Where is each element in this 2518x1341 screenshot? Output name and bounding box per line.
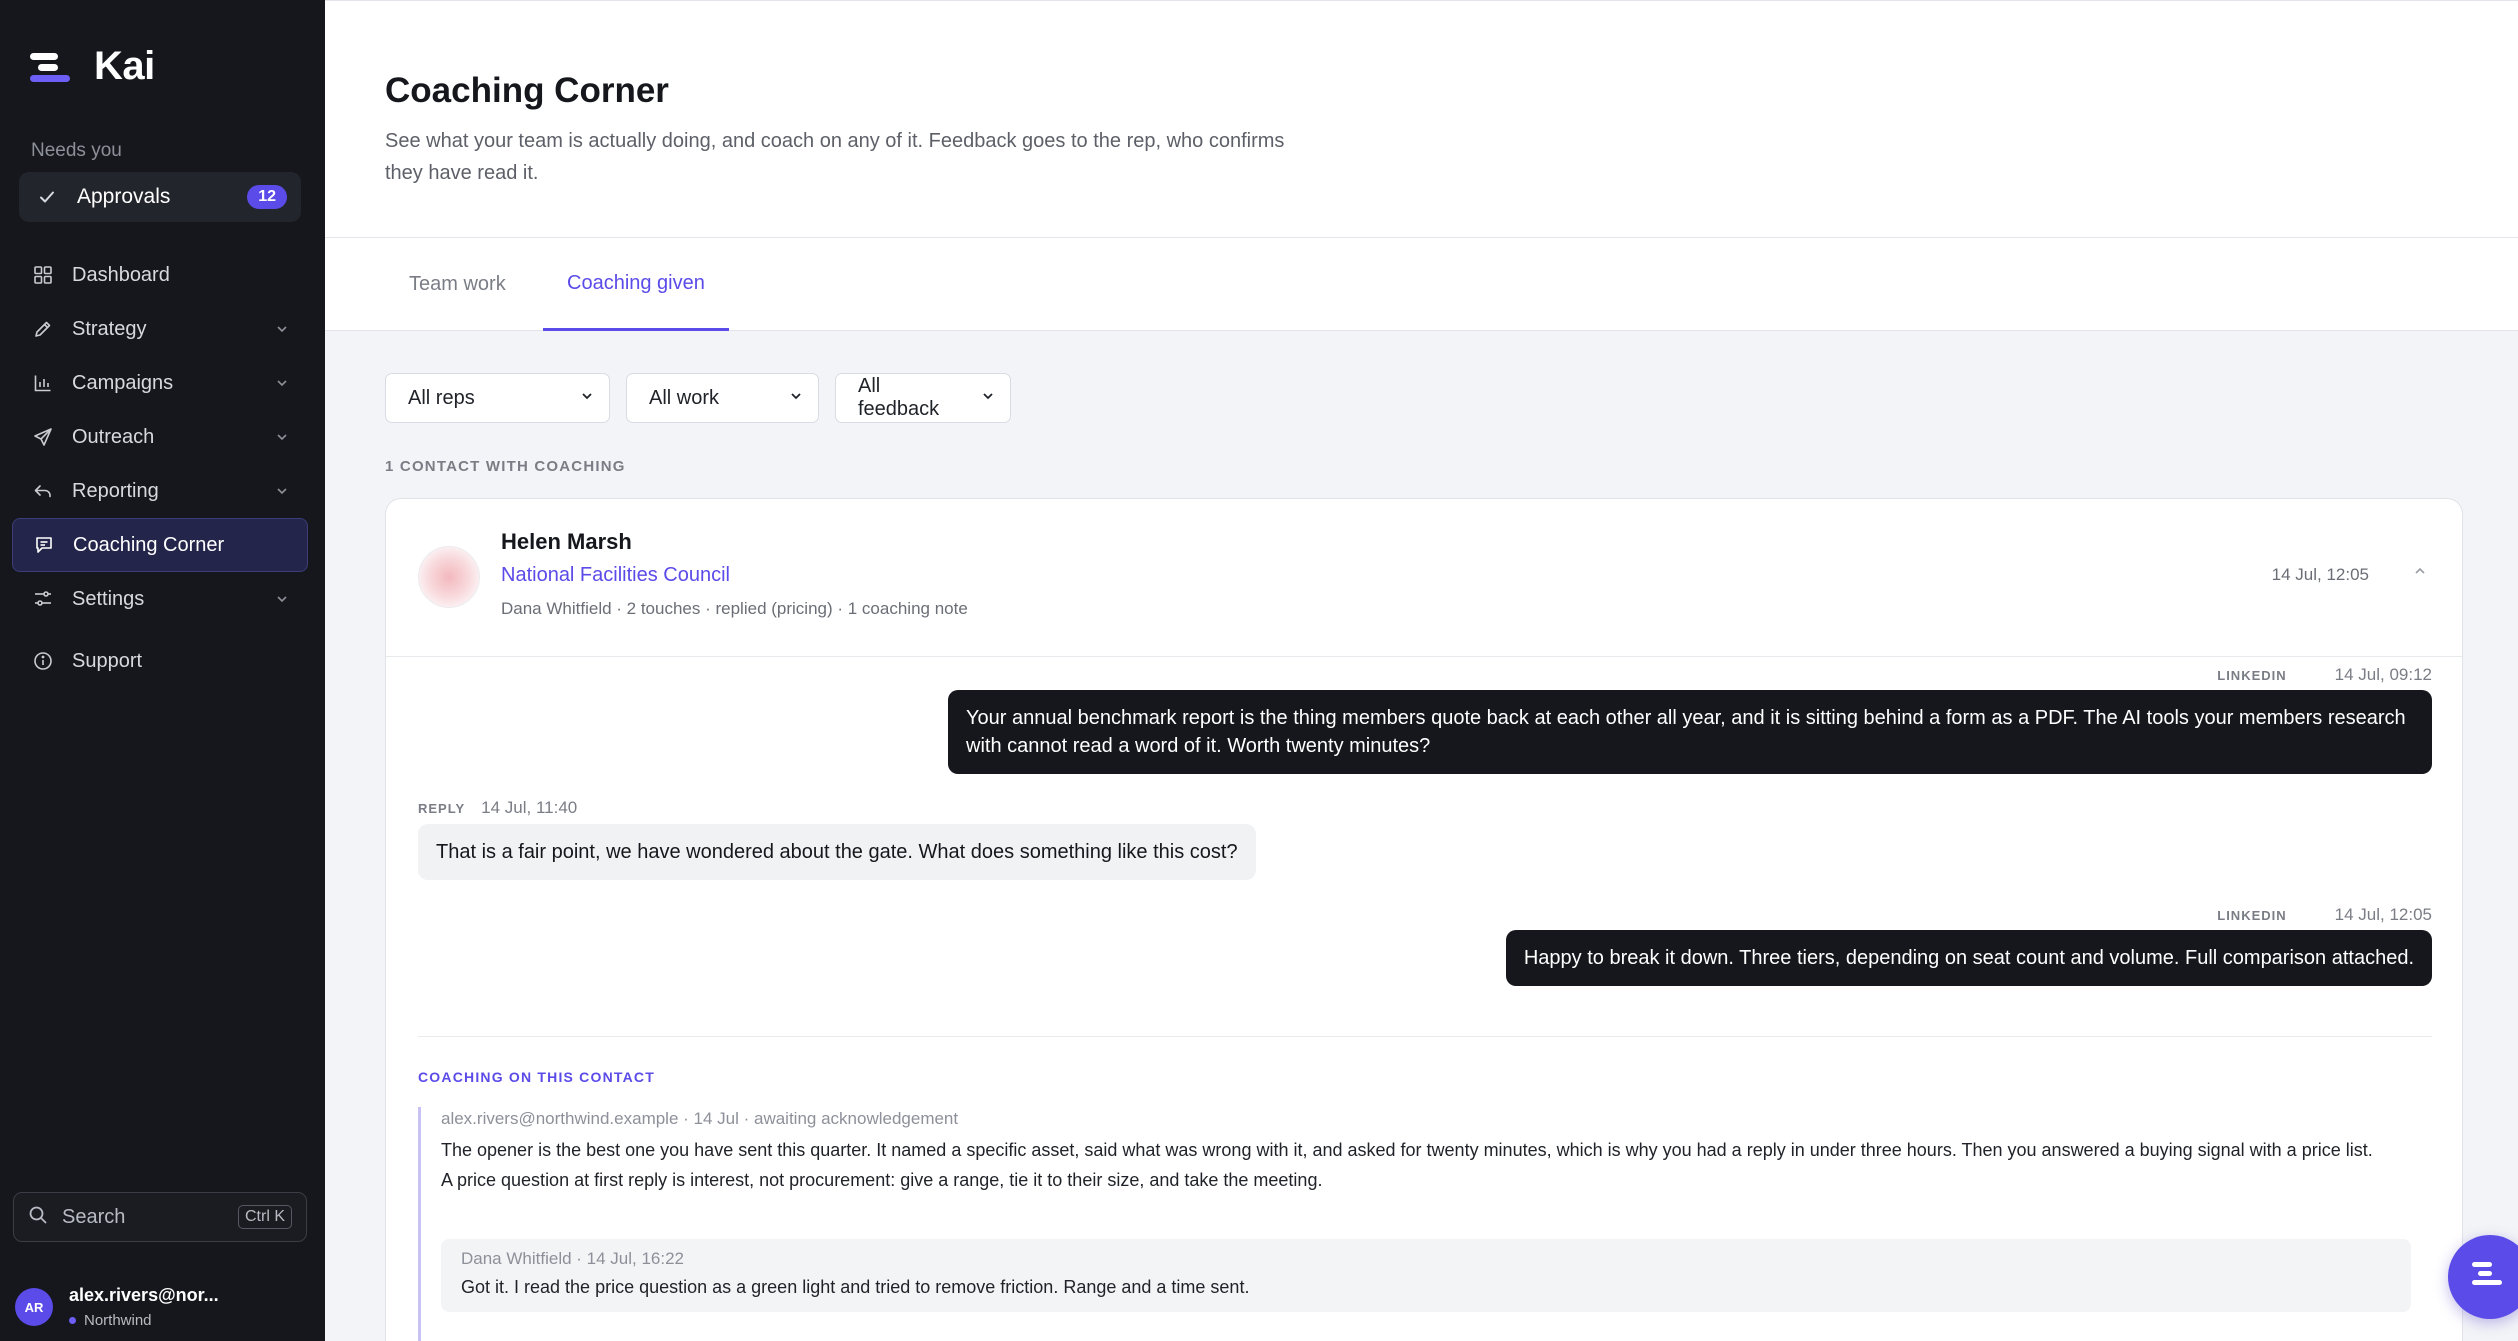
outbound-message: Your annual benchmark report is the thin… [948, 690, 2432, 774]
chat-icon [33, 534, 55, 556]
contact-header[interactable]: Helen Marsh National Facilities Council … [386, 499, 2462, 657]
check-icon [37, 187, 57, 207]
reply-icon [32, 480, 54, 502]
search-button[interactable]: Search Ctrl K [13, 1192, 307, 1242]
sidebar-item-strategy[interactable]: Strategy [12, 302, 308, 356]
message-time: 14 Jul, 12:05 [2334, 905, 2432, 924]
chevron-down-icon [770, 387, 804, 410]
sidebar-nav: Dashboard Strategy Campaigns Outreach Re… [12, 248, 308, 688]
chevron-down-icon[interactable] [274, 321, 290, 337]
contact-count-label: 1 CONTACT WITH COACHING [385, 458, 626, 475]
tab-bar: Team work Coaching given [325, 238, 2518, 331]
sidebar-item-dashboard[interactable]: Dashboard [12, 248, 308, 302]
page-subtitle: See what your team is actually doing, an… [385, 130, 1285, 184]
contact-time: 14 Jul, 12:05 [2271, 565, 2369, 584]
app-name: Kai [94, 44, 155, 88]
coaching-text: The opener is the best one you have sent… [441, 1140, 2373, 1190]
bar-chart-icon [32, 372, 54, 394]
tab-team-work[interactable]: Team work [385, 238, 530, 331]
search-label: Search [62, 1205, 126, 1228]
page-title: Coaching Corner [385, 71, 669, 110]
sidebar-item-outreach[interactable]: Outreach [12, 410, 308, 464]
chevron-down-icon[interactable] [274, 483, 290, 499]
message-meta: LINKEDIN 14 Jul, 12:05 [2217, 905, 2432, 925]
coaching-section-label: COACHING ON THIS CONTACT [418, 1069, 655, 1085]
sidebar-item-label: Strategy [72, 317, 147, 340]
tab-coaching-given[interactable]: Coaching given [543, 238, 729, 331]
rep-acknowledgement: Dana Whitfield · 14 Jul, 16:22 Got it. I… [441, 1239, 2411, 1312]
outbound-message: Happy to break it down. Three tiers, dep… [1505, 930, 2432, 986]
message-channel: LINKEDIN [2217, 668, 2287, 683]
send-icon [32, 426, 54, 448]
message-meta: LINKEDIN 14 Jul, 09:12 [2217, 665, 2432, 685]
pen-icon [32, 318, 54, 340]
sidebar-item-label: Dashboard [72, 263, 170, 286]
info-icon [32, 650, 54, 672]
divider [418, 1036, 2432, 1037]
contact-card: Helen Marsh National Facilities Council … [385, 498, 2463, 1341]
sidebar-item-reporting[interactable]: Reporting [12, 464, 308, 518]
search-icon [28, 1205, 48, 1230]
coaching-note: alex.rivers@northwind.example · 14 Jul ·… [418, 1107, 2432, 1341]
brand[interactable]: Kai [30, 44, 155, 89]
contact-org-link[interactable]: National Facilities Council [501, 564, 730, 587]
inbound-message: That is a fair point, we have wondered a… [418, 824, 1256, 880]
sidebar-item-settings[interactable]: Settings [12, 572, 308, 626]
message-time: 14 Jul, 09:12 [2334, 665, 2432, 684]
sidebar-item-label: Coaching Corner [73, 533, 225, 556]
message-meta: REPLY 14 Jul, 11:40 [418, 798, 577, 818]
needs-you-label: Needs you [31, 140, 122, 161]
sidebar-item-approvals[interactable]: Approvals 12 [19, 172, 301, 222]
message-channel: LINKEDIN [2217, 908, 2287, 923]
chevron-down-icon [561, 387, 595, 410]
chevron-down-icon[interactable] [274, 375, 290, 391]
user-email: alex.rivers@nor... [69, 1285, 219, 1305]
coaching-meta: alex.rivers@northwind.example · 14 Jul ·… [441, 1109, 959, 1128]
sidebar-item-label: Campaigns [72, 371, 174, 394]
org-dot-icon [69, 1317, 76, 1324]
page-header: Coaching Corner See what your team is ac… [325, 0, 2518, 238]
message-channel: REPLY [418, 801, 466, 816]
chevron-down-icon [962, 387, 996, 410]
approvals-label: Approvals [77, 185, 171, 208]
reply-text: Got it. I read the price question as a g… [461, 1277, 1250, 1297]
sidebar-item-label: Settings [72, 587, 145, 610]
message-time: 14 Jul, 11:40 [481, 798, 578, 817]
feedback-filter-value: All feedback [858, 375, 940, 420]
avatar: AR [15, 1288, 53, 1326]
work-filter-select[interactable]: All work [626, 373, 819, 423]
work-filter-value: All work [649, 386, 720, 409]
sidebar-item-support[interactable]: Support [12, 634, 308, 688]
contact-name: Helen Marsh [501, 529, 632, 554]
feedback-filter-select[interactable]: All feedback [835, 373, 1011, 423]
reps-filter-select[interactable]: All reps [385, 373, 610, 423]
kai-logo-icon [2472, 1260, 2506, 1290]
sidebar: Kai Needs you Approvals 12 Dashboard Str… [0, 0, 325, 1341]
sidebar-item-coaching-corner[interactable]: Coaching Corner [12, 518, 308, 572]
sliders-icon [32, 588, 54, 610]
sidebar-item-campaigns[interactable]: Campaigns [12, 356, 308, 410]
reply-meta: Dana Whitfield · 14 Jul, 16:22 [461, 1249, 685, 1268]
chevron-down-icon[interactable] [274, 429, 290, 445]
kai-logo-icon [30, 49, 72, 85]
sidebar-item-label: Reporting [72, 479, 159, 502]
search-shortcut: Ctrl K [238, 1205, 292, 1229]
chevron-up-icon[interactable] [2412, 563, 2428, 584]
reps-filter-value: All reps [408, 386, 475, 409]
user-org: Northwind [84, 1312, 152, 1329]
chevron-down-icon[interactable] [274, 591, 290, 607]
sidebar-item-label: Outreach [72, 425, 155, 448]
contact-avatar [418, 546, 480, 608]
approvals-count-badge: 12 [247, 185, 287, 209]
contact-meta: Dana Whitfield · 2 touches · replied (pr… [501, 599, 968, 618]
filter-bar: All reps All work All feedback [385, 373, 1011, 423]
user-menu[interactable]: AR alex.rivers@nor... Northwind [15, 1285, 219, 1329]
main-content: Coaching Corner See what your team is ac… [325, 0, 2518, 1341]
grid-icon [32, 264, 54, 286]
sidebar-item-label: Support [72, 649, 143, 672]
